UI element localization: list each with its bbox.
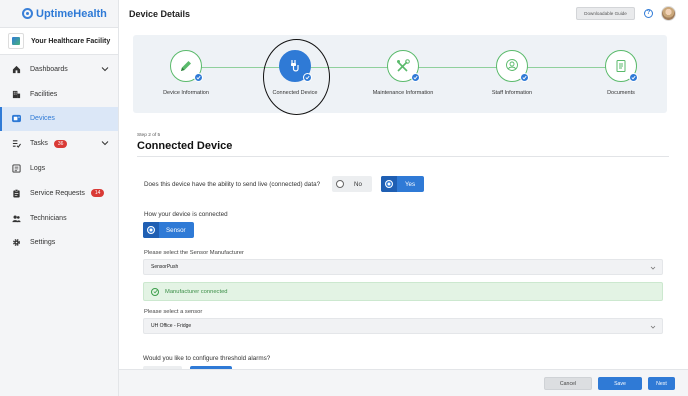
radio-icon: [332, 176, 348, 192]
check-icon: [194, 73, 203, 82]
page-header: Device Details Downloadable Guide ?: [119, 0, 688, 28]
connection-type-question: How your device is connected: [144, 211, 228, 218]
step-count: Step 2 of 5: [137, 133, 161, 138]
sidebar-item-label: Tasks: [30, 140, 48, 148]
gear-icon: [11, 238, 21, 248]
tasks-count-badge: 36: [53, 139, 68, 148]
sidebar: UptimeHealth Your Healthcare Facility Da…: [0, 0, 119, 396]
sidebar-item-logs[interactable]: Logs: [0, 156, 118, 181]
tools-icon: [397, 59, 410, 72]
save-button[interactable]: Save: [598, 377, 642, 390]
section-title: Connected Device: [137, 140, 233, 152]
no-option-label: No: [354, 180, 362, 188]
check-icon: [629, 73, 638, 82]
sidebar-item-label: Technicians: [30, 214, 67, 222]
step-label: Device Information: [163, 90, 209, 96]
step-label: Documents: [607, 90, 635, 96]
step-circle: [496, 50, 529, 82]
step-circle: [605, 50, 638, 82]
step-staff-information[interactable]: Staff Information: [472, 50, 552, 96]
chevron-down-icon: [650, 325, 656, 329]
manufacturer-connected-alert: Manufacturer connected: [143, 282, 663, 301]
radio-selected-icon: [143, 222, 159, 238]
sensor-option-label: Sensor: [166, 226, 186, 234]
yes-option[interactable]: Yes: [381, 176, 424, 192]
sensor-option[interactable]: Sensor: [143, 222, 194, 238]
tasks-icon: [11, 139, 21, 149]
app-name: UptimeHealth: [36, 7, 107, 20]
step-circle: [170, 50, 203, 82]
no-option[interactable]: No: [332, 176, 372, 192]
step-label: Staff Information: [491, 90, 533, 96]
threshold-question: Would you like to configure threshold al…: [143, 355, 271, 362]
divider: [137, 156, 669, 157]
sidebar-item-label: Service Requests: [30, 189, 85, 197]
step-label: Maintenance Information: [372, 90, 434, 96]
radio-selected-icon: [381, 176, 397, 192]
chevron-down-icon[interactable]: [101, 139, 109, 147]
check-icon: [520, 73, 529, 82]
live-data-question: Does this device have the ability to sen…: [144, 181, 321, 188]
sidebar-item-dashboards[interactable]: Dashboards: [0, 57, 118, 82]
facility-switcher[interactable]: Your Healthcare Facility: [0, 27, 118, 55]
sensor-select[interactable]: UH Office - Fridge: [143, 318, 663, 334]
step-documents[interactable]: Documents: [581, 50, 661, 96]
home-icon: [11, 64, 21, 74]
yes-option-label: Yes: [405, 180, 416, 188]
pencil-icon: [181, 61, 191, 71]
step-device-information[interactable]: Device Information: [146, 50, 226, 96]
sidebar-item-facilities[interactable]: Facilities: [0, 82, 118, 107]
people-icon: [11, 213, 21, 223]
manufacturer-select[interactable]: SensorPush: [143, 259, 663, 275]
check-circle-icon: [151, 287, 159, 296]
current-step-highlight: [263, 39, 330, 115]
facility-logo-icon: [8, 33, 24, 49]
step-maintenance-information[interactable]: Maintenance Information: [363, 50, 443, 96]
logo-icon: [22, 8, 33, 19]
sidebar-item-technicians[interactable]: Technicians: [0, 206, 118, 231]
sidebar-item-label: Facilities: [30, 90, 58, 98]
sidebar-nav: Dashboards Facilities Devices Tasks 36 L…: [0, 55, 118, 255]
footer-bar: Cancel Save Next: [119, 369, 688, 396]
sensor-value: UH Office - Fridge: [151, 323, 192, 329]
page-title: Device Details: [129, 9, 191, 19]
sidebar-item-label: Settings: [30, 239, 56, 247]
check-icon: [411, 73, 420, 82]
sidebar-item-settings[interactable]: Settings: [0, 231, 118, 256]
log-icon: [11, 164, 21, 174]
next-button[interactable]: Next: [648, 377, 675, 390]
sensor-select-label: Please select a sensor: [144, 309, 203, 315]
cancel-button[interactable]: Cancel: [544, 377, 592, 390]
sidebar-item-service-requests[interactable]: Service Requests 14: [0, 181, 118, 206]
building-icon: [11, 89, 21, 99]
sidebar-item-devices[interactable]: Devices: [0, 106, 118, 132]
sidebar-item-label: Devices: [30, 115, 55, 123]
manufacturer-label: Please select the Sensor Manufacturer: [144, 250, 244, 256]
sidebar-item-label: Logs: [30, 165, 46, 173]
chevron-down-icon[interactable]: [101, 65, 109, 73]
sidebar-item-label: Dashboards: [30, 65, 68, 73]
device-icon: [11, 114, 21, 124]
chevron-down-icon: [650, 266, 656, 270]
step-circle: [387, 50, 420, 82]
progress-stepper: Device Information Connected Device Main…: [133, 35, 667, 113]
facility-name: Your Healthcare Facility: [31, 37, 111, 45]
help-icon[interactable]: ?: [644, 9, 653, 18]
person-icon: [506, 59, 518, 71]
clipboard-icon: [11, 188, 21, 198]
manufacturer-value: SensorPush: [151, 264, 179, 270]
document-icon: [616, 60, 626, 72]
service-requests-count-badge: 14: [90, 189, 105, 198]
app-logo[interactable]: UptimeHealth: [0, 0, 118, 27]
avatar[interactable]: [661, 6, 676, 21]
alert-message: Manufacturer connected: [165, 288, 228, 295]
downloadable-guide-button[interactable]: Downloadable Guide: [576, 7, 635, 20]
sidebar-item-tasks[interactable]: Tasks 36: [0, 131, 118, 156]
